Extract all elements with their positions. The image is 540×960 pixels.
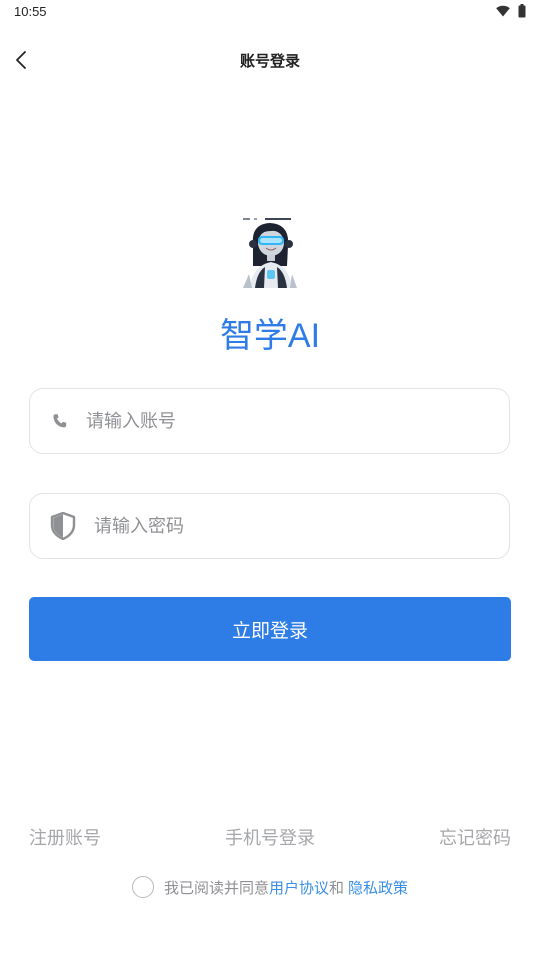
agreement-conjunction: 和 (329, 878, 345, 897)
privacy-policy-link[interactable]: 隐私政策 (348, 877, 408, 898)
app-name: 智学AI (219, 317, 321, 355)
page-title: 账号登录 (239, 52, 300, 70)
nav-bar: 账号登录 (0, 40, 540, 84)
battery-icon (518, 4, 526, 18)
agreement-prefix: 我已阅读并同意 (163, 878, 269, 897)
user-agreement-link[interactable]: 用户协议 (269, 877, 329, 898)
login-button[interactable]: 立即登录 (29, 597, 511, 661)
robot-avatar-icon (240, 214, 300, 290)
wifi-icon (496, 5, 510, 17)
status-bar: 10:55 (0, 0, 540, 24)
shield-icon (49, 512, 77, 540)
account-input[interactable] (86, 389, 495, 453)
agree-checkbox[interactable] (131, 876, 154, 898)
forgot-password-link[interactable]: 忘记密码 (439, 824, 511, 850)
status-time: 10:55 (14, 4, 47, 19)
status-icons (496, 4, 526, 18)
account-field (29, 388, 510, 454)
password-field (29, 493, 510, 559)
phone-icon (50, 411, 70, 431)
agreement-row: 我已阅读并同意 用户协议和隐私政策 (0, 876, 540, 898)
password-input[interactable] (94, 494, 495, 558)
bottom-links: 注册账号 手机号登录 忘记密码 (29, 824, 511, 850)
